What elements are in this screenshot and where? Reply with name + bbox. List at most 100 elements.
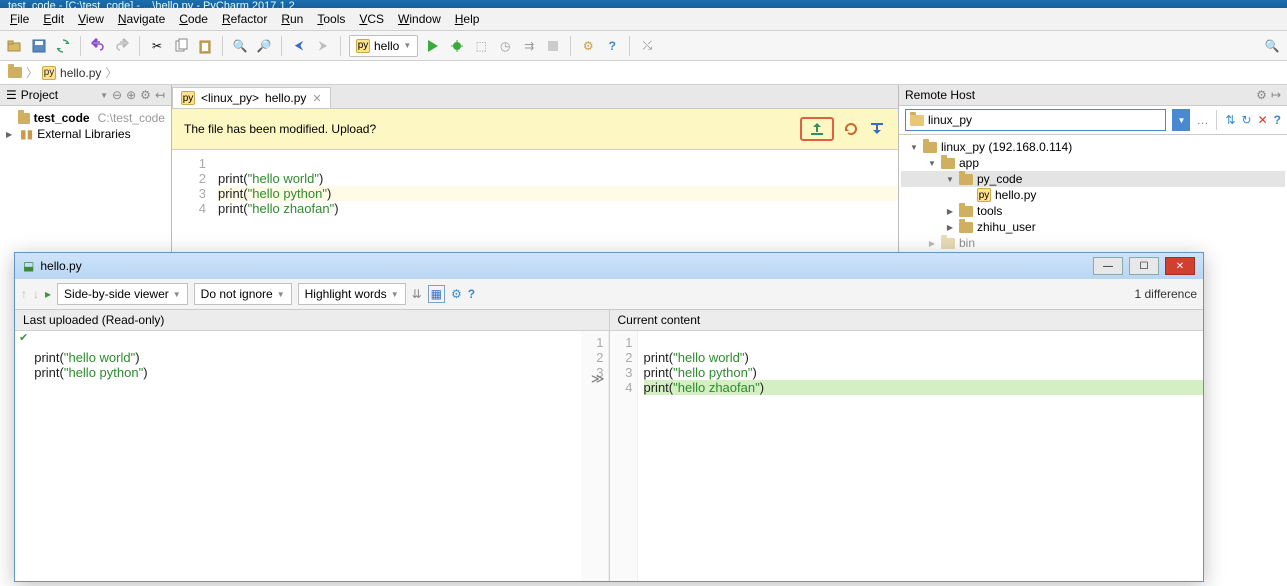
- dropdown-arrow-icon: ▼: [277, 290, 285, 299]
- filter-icon[interactable]: ⇅: [1225, 113, 1235, 127]
- help-icon[interactable]: ?: [468, 287, 475, 301]
- menu-code[interactable]: Code: [173, 10, 214, 28]
- remote-tree-item[interactable]: ▼ linux_py (192.168.0.114): [901, 139, 1285, 155]
- menu-tools[interactable]: Tools: [311, 10, 351, 28]
- remote-server-select[interactable]: linux_py: [905, 109, 1166, 131]
- diff-left-pane[interactable]: ✔ print("hello world")print("hello pytho…: [15, 331, 609, 581]
- diff-left-gutter: 123: [581, 331, 609, 581]
- menu-help[interactable]: Help: [449, 10, 486, 28]
- save-icon[interactable]: [30, 37, 48, 55]
- open-icon[interactable]: [6, 37, 24, 55]
- sync-scroll-icon[interactable]: ▦: [428, 285, 445, 303]
- next-diff-icon[interactable]: ↓: [33, 287, 39, 301]
- highlight-mode-select[interactable]: Highlight words ▼: [298, 283, 406, 305]
- diff-window-title-bar[interactable]: ⬓ hello.py — ☐ ✕: [15, 253, 1203, 279]
- diff-icon: ⬓: [23, 259, 34, 273]
- run-config-combo[interactable]: py hello ▼: [349, 35, 418, 57]
- menu-run[interactable]: Run: [275, 10, 309, 28]
- apply-icon[interactable]: ▸: [45, 287, 51, 301]
- revert-button[interactable]: [842, 121, 860, 137]
- menu-edit[interactable]: Edit: [37, 10, 70, 28]
- menu-refactor[interactable]: Refactor: [216, 10, 273, 28]
- remote-tree-item[interactable]: ▶ bin: [901, 235, 1285, 251]
- redo-icon[interactable]: [113, 37, 131, 55]
- menu-window[interactable]: Window: [392, 10, 447, 28]
- breadcrumb-separator: 〉: [105, 64, 117, 81]
- more-icon[interactable]: …: [1196, 113, 1208, 127]
- remote-tree-item[interactable]: py hello.py: [901, 187, 1285, 203]
- project-panel-title: Project: [21, 88, 96, 102]
- delete-icon[interactable]: ✕: [1258, 113, 1268, 127]
- external-libraries-node[interactable]: ▶ ▮▮ External Libraries: [2, 126, 169, 142]
- menu-vcs[interactable]: VCS: [353, 10, 390, 28]
- find-icon[interactable]: 🔍: [231, 37, 249, 55]
- collapse-unchanged-icon[interactable]: ⇊: [412, 287, 422, 301]
- viewer-mode-select[interactable]: Side-by-side viewer ▼: [57, 283, 188, 305]
- remote-tree-item[interactable]: ▶ zhihu_user: [901, 219, 1285, 235]
- collapse-icon[interactable]: ⊖: [112, 88, 122, 102]
- stop-icon[interactable]: [544, 37, 562, 55]
- back-icon[interactable]: ⮜: [290, 37, 308, 55]
- diff-window-title: hello.py: [40, 259, 81, 273]
- dropdown-arrow-icon[interactable]: ▼: [1172, 109, 1190, 131]
- menu-view[interactable]: View: [72, 10, 110, 28]
- remote-tree-item[interactable]: ▶ tools: [901, 203, 1285, 219]
- folder-icon: [923, 142, 937, 153]
- forward-icon[interactable]: ⮞: [314, 37, 332, 55]
- close-button[interactable]: ✕: [1165, 257, 1195, 275]
- profile-icon[interactable]: ◷: [496, 37, 514, 55]
- gear-icon[interactable]: ⚙: [140, 88, 151, 102]
- merge-button[interactable]: [868, 121, 886, 137]
- close-tab-icon[interactable]: ✕: [312, 92, 321, 105]
- hide-icon[interactable]: ↦: [1271, 88, 1281, 102]
- project-root-node[interactable]: test_code C:\test_code: [2, 110, 169, 126]
- remote-tree-item[interactable]: ▼ py_code: [901, 171, 1285, 187]
- replace-icon[interactable]: 🔎: [255, 37, 273, 55]
- minimize-button[interactable]: —: [1093, 257, 1123, 275]
- settings-icon[interactable]: ⚙: [579, 37, 597, 55]
- code-line[interactable]: [218, 156, 898, 171]
- gear-icon[interactable]: ⚙: [1256, 88, 1267, 102]
- menu-file[interactable]: File: [4, 10, 35, 28]
- remote-tree-item[interactable]: ▼ app: [901, 155, 1285, 171]
- sync-icon[interactable]: [54, 37, 72, 55]
- debug-icon[interactable]: [448, 37, 466, 55]
- ignore-mode-select[interactable]: Do not ignore ▼: [194, 283, 292, 305]
- code-line[interactable]: print("hello world"): [218, 171, 898, 186]
- insert-marker-icon[interactable]: ≫: [591, 371, 605, 387]
- editor-tab-label: hello.py: [265, 91, 306, 105]
- prev-diff-icon[interactable]: ↑: [21, 287, 27, 301]
- diff-subheader: Last uploaded (Read-only) Current conten…: [15, 310, 1203, 331]
- code-line[interactable]: print("hello python"): [218, 186, 898, 201]
- paste-icon[interactable]: [196, 37, 214, 55]
- undo-icon[interactable]: [89, 37, 107, 55]
- maximize-button[interactable]: ☐: [1129, 257, 1159, 275]
- concurrency-icon[interactable]: ⇉: [520, 37, 538, 55]
- python-icon: py: [356, 39, 370, 53]
- folder-icon: [941, 158, 955, 169]
- breadcrumb-root[interactable]: [8, 67, 22, 78]
- python-file-icon: py: [977, 188, 991, 202]
- folder-icon: [8, 67, 22, 78]
- target-icon[interactable]: ⊕: [126, 88, 136, 102]
- refresh-icon[interactable]: ↻: [1242, 113, 1252, 127]
- help-icon[interactable]: ?: [603, 37, 621, 55]
- code-line[interactable]: print("hello zhaofan"): [218, 201, 898, 216]
- copy-icon[interactable]: [172, 37, 190, 55]
- run-icon[interactable]: [424, 37, 442, 55]
- upload-button[interactable]: [800, 117, 834, 141]
- hide-icon[interactable]: ↤: [155, 88, 165, 102]
- editor-tab[interactable]: py <linux_py> hello.py ✕: [172, 87, 331, 108]
- cut-icon[interactable]: ✂: [148, 37, 166, 55]
- menu-navigate[interactable]: Navigate: [112, 10, 171, 28]
- coverage-icon[interactable]: ⬚: [472, 37, 490, 55]
- diff-right-pane[interactable]: 1234 print("hello world")print("hello py…: [609, 331, 1204, 581]
- search-everywhere-icon[interactable]: 🔍: [1263, 37, 1281, 55]
- breadcrumb-file[interactable]: py hello.py: [42, 66, 101, 80]
- settings-icon[interactable]: ⚙: [451, 287, 462, 301]
- dropdown-arrow-icon[interactable]: ▼: [100, 91, 108, 100]
- help-icon[interactable]: ?: [1274, 113, 1281, 127]
- project-view-icon[interactable]: ☰: [6, 88, 17, 102]
- breadcrumb-separator: 〉: [26, 64, 38, 81]
- pin-icon[interactable]: ⤯: [638, 37, 656, 55]
